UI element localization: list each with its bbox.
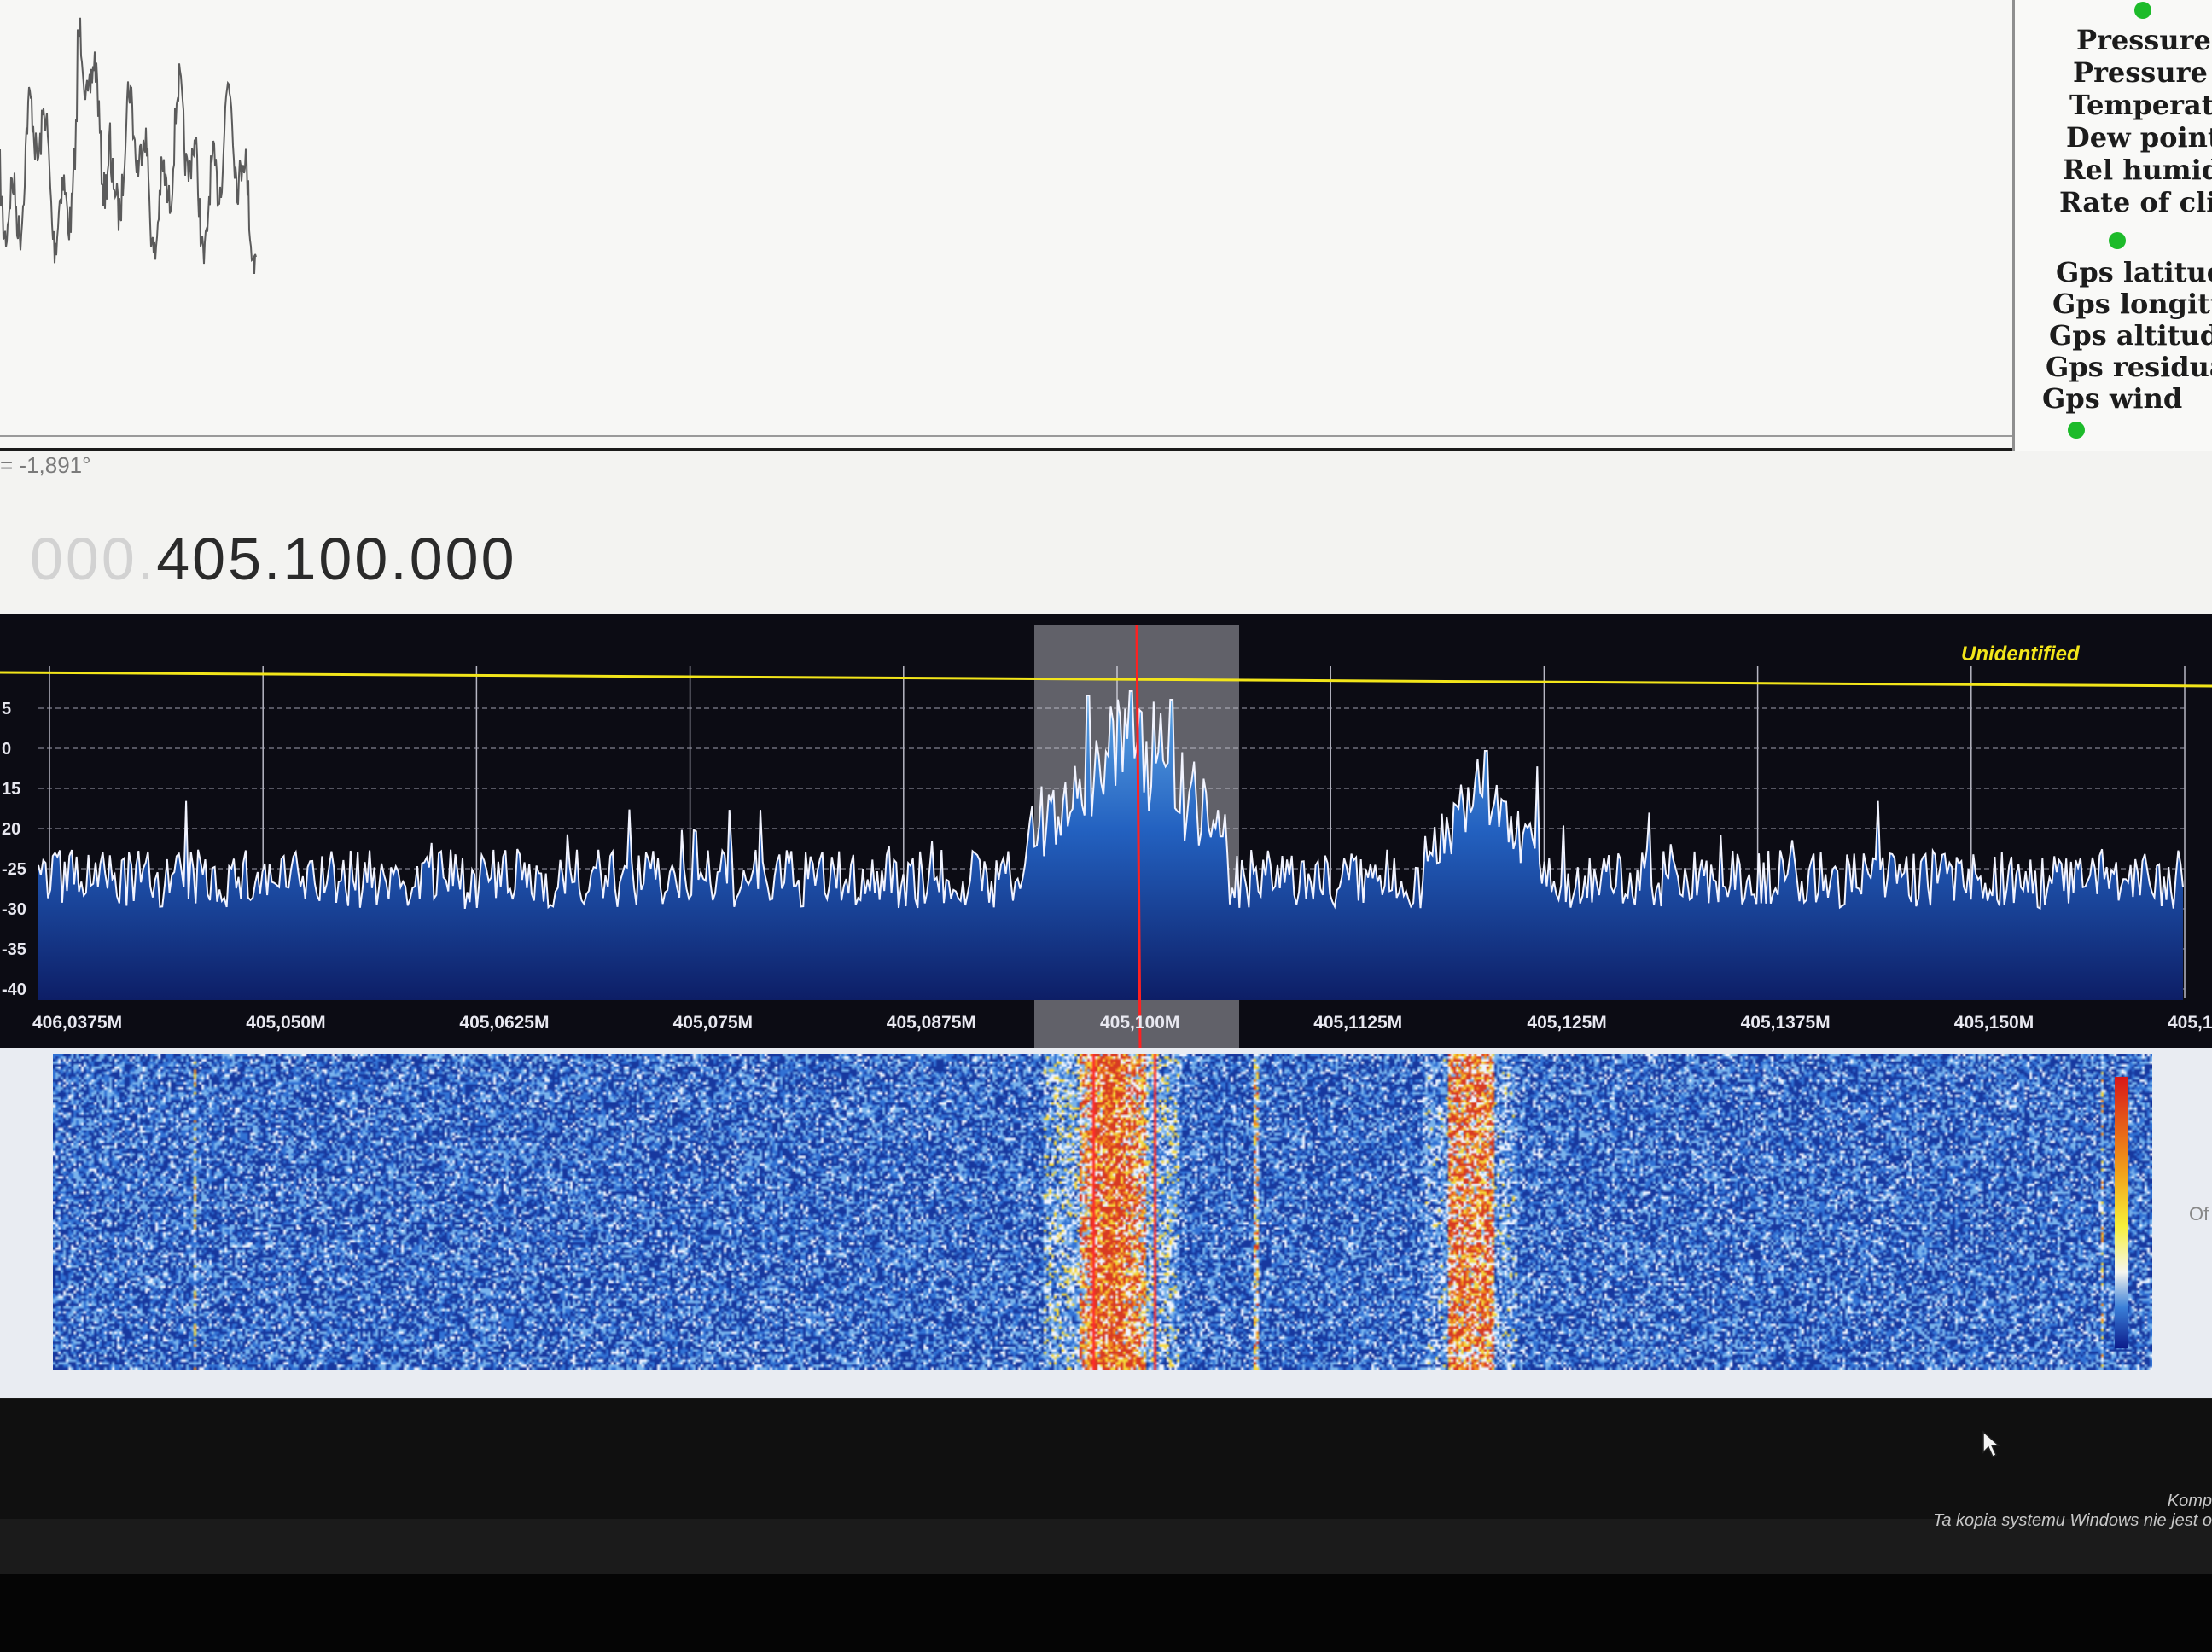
frequency-leading-digits: 000.: [30, 526, 157, 592]
windows-activation-notice: Komp Ta kopia systemu Windows nie jest o: [1933, 1492, 2212, 1531]
x-tick-label: 405,1375M: [1741, 1013, 1831, 1032]
legend-item-dew-point[interactable]: Dew point: [2066, 121, 2212, 154]
y-tick-label: 0: [2, 740, 11, 759]
y-tick-label: -40: [2, 980, 26, 999]
notice-line-1: Komp: [2167, 1492, 2212, 1510]
x-tick-label: 405,100M: [1100, 1013, 1179, 1032]
frequency-display[interactable]: 000.405.100.000: [30, 525, 517, 593]
telemetry-graph-panel: [0, 0, 2212, 448]
y-tick-label: 5: [2, 700, 11, 718]
x-tick-label: 405,0625M: [459, 1013, 549, 1032]
x-tick-label: 406,0375M: [32, 1013, 122, 1032]
status-dot-ptu: [2134, 2, 2151, 19]
waterfall-colorbar: [2115, 1077, 2128, 1348]
x-axis-tick-labels: 406,0375M 405,050M 405,0625M 405,075M 405,08…: [32, 1013, 2212, 1032]
status-dot-wind: [2068, 422, 2085, 439]
legend-item-gps-altitude[interactable]: Gps altitude: [2049, 319, 2212, 352]
legend-item-pressure-alt[interactable]: Pressure a: [2073, 56, 2212, 89]
legend-item-rel-humidity[interactable]: Rel humidity: [2063, 154, 2212, 186]
y-tick-label: -25: [2, 860, 26, 879]
notice-line-2: Ta kopia systemu Windows nie jest o: [1932, 1511, 2212, 1530]
telemetry-legend: Pressure Pressure a Temperatur Dew point…: [2012, 0, 2212, 465]
frequency-value: 405.100.000: [156, 526, 517, 592]
x-tick-label: 405,150M: [1954, 1013, 2034, 1032]
x-tick-label: 405,1125M: [1313, 1013, 1402, 1032]
waterfall-display[interactable]: [53, 1054, 2152, 1370]
y-tick-label: 20: [2, 820, 20, 839]
spectrum-analyzer[interactable]: 406,0375M 405,050M 405,0625M 405,075M 405,08…: [0, 614, 2212, 1050]
x-tick-label: 405,1625M: [2168, 1013, 2212, 1032]
telemetry-trace-line: [0, 17, 257, 275]
status-dot-gps: [2109, 232, 2126, 249]
colorbar-label: Of: [2189, 1203, 2209, 1224]
x-tick-label: 405,0875M: [887, 1013, 976, 1032]
status-bar: [0, 1399, 2212, 1519]
legend-item-gps-longitude[interactable]: Gps longitude: [2052, 288, 2212, 320]
x-tick-label: 405,075M: [673, 1013, 753, 1032]
legend-item-gps-residual[interactable]: Gps residual: [2046, 351, 2212, 383]
x-tick-label: 405,125M: [1527, 1013, 1606, 1032]
legend-item-gps-wind[interactable]: Gps wind: [2042, 382, 2182, 415]
y-tick-label: -35: [2, 940, 26, 959]
y-tick-label: -30: [2, 900, 26, 919]
band-plan-label: Unidentified: [1961, 643, 2080, 666]
monitor-bezel: [0, 1574, 2212, 1652]
y-axis-tick-labels: 5 0 15 20 -25 -30 -35 -40: [2, 700, 26, 999]
angle-readout: = -1,891°: [0, 452, 91, 478]
legend-item-gps-latitude[interactable]: Gps latitude: [2056, 256, 2212, 288]
legend-item-pressure[interactable]: Pressure: [2076, 24, 2211, 56]
mouse-cursor-icon: [1982, 1430, 2000, 1458]
legend-item-temperature[interactable]: Temperatur: [2069, 89, 2212, 121]
telemetry-trace-plot: [0, 17, 257, 275]
panel-divider: [0, 435, 2014, 437]
y-tick-label: 15: [2, 780, 20, 799]
x-tick-label: 405,050M: [246, 1013, 325, 1032]
legend-item-rate-of-climb[interactable]: Rate of climb: [2059, 186, 2212, 218]
spectrum-plot[interactable]: 406,0375M 405,050M 405,0625M 405,075M 405,08…: [0, 614, 2212, 1048]
